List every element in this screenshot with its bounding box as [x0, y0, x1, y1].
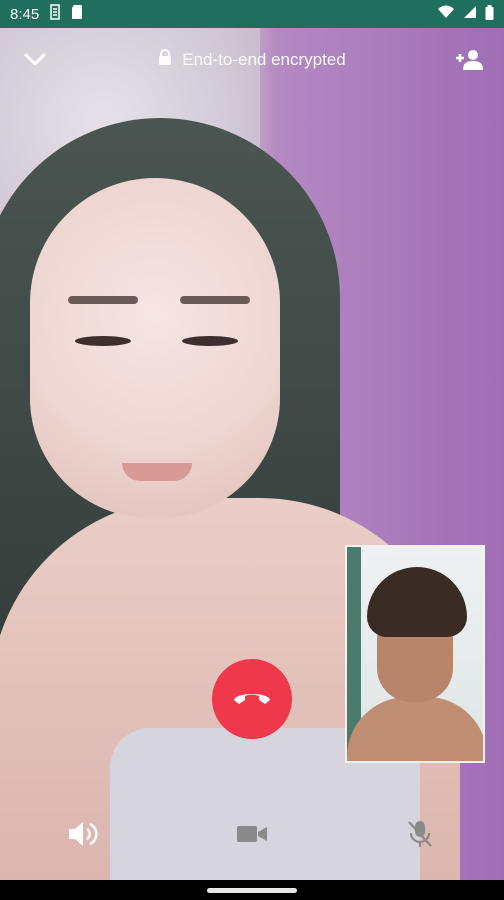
self-video-preview[interactable]	[345, 545, 485, 763]
encryption-text: End-to-end encrypted	[182, 50, 346, 69]
call-controls-bar	[0, 800, 504, 870]
status-time: 8:45	[10, 5, 40, 23]
right-eye	[182, 336, 238, 346]
add-person-icon[interactable]	[452, 43, 486, 77]
video-camera-icon	[236, 824, 268, 849]
system-navigation-bar	[0, 880, 504, 900]
status-bar: 8:45	[0, 0, 504, 28]
speaker-button[interactable]	[63, 816, 103, 856]
mouth	[122, 463, 192, 481]
left-eye	[75, 336, 131, 346]
lock-icon	[158, 49, 172, 71]
phone-hangup-icon	[232, 688, 272, 711]
signal-icon	[463, 5, 477, 23]
battery-icon	[485, 4, 494, 24]
chevron-down-icon[interactable]	[18, 43, 52, 77]
sim-s-icon	[49, 4, 61, 24]
remote-person-face	[30, 178, 280, 518]
encryption-notice: End-to-end encrypted	[158, 49, 346, 71]
mic-off-icon	[406, 819, 434, 854]
self-person-hair	[367, 567, 467, 637]
self-person-body	[347, 697, 483, 761]
home-handle[interactable]	[207, 888, 297, 893]
right-brow	[180, 296, 250, 304]
speaker-icon	[67, 820, 99, 853]
wifi-icon	[437, 5, 455, 23]
camera-toggle-button[interactable]	[232, 816, 272, 856]
sd-card-icon	[71, 4, 83, 24]
left-brow	[68, 296, 138, 304]
end-call-button[interactable]	[212, 659, 292, 739]
call-top-bar: End-to-end encrypted	[0, 28, 504, 92]
mute-button[interactable]	[400, 816, 440, 856]
